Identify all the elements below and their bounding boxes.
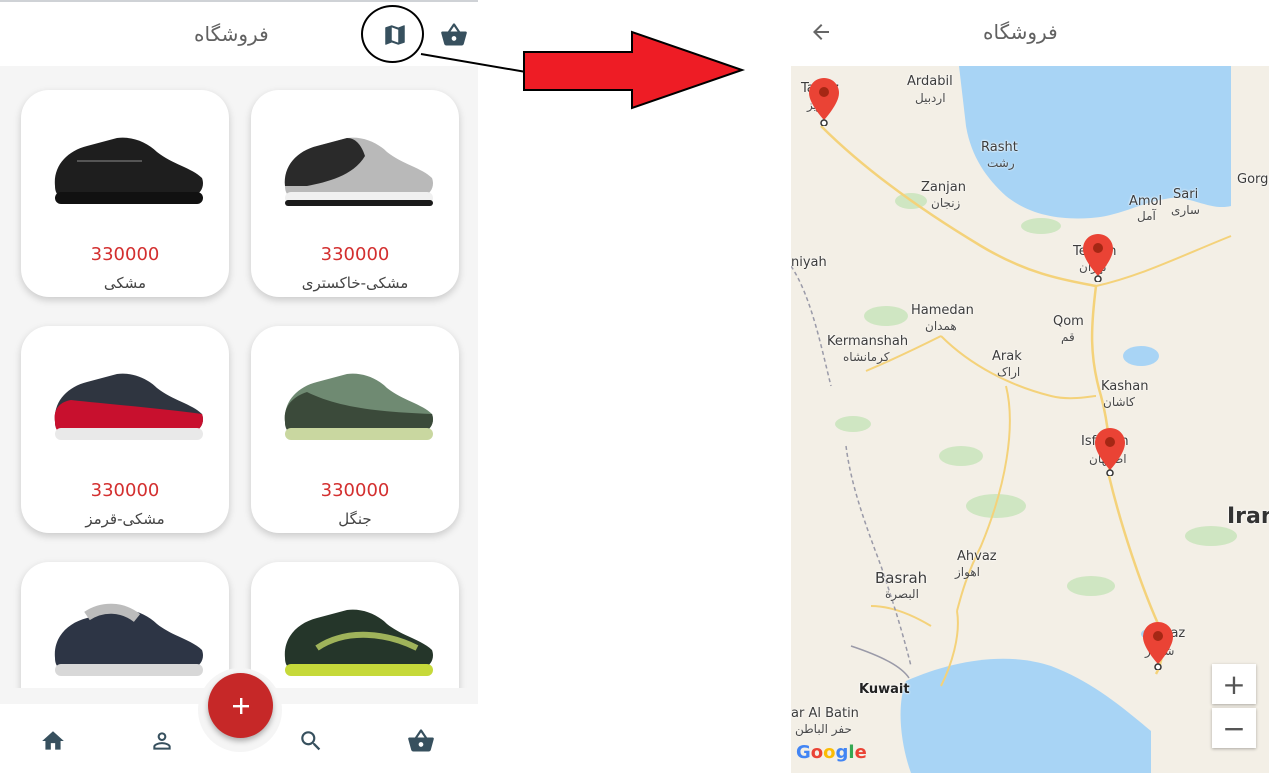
city-label-fa: اردبیل [915, 91, 946, 105]
map-view[interactable]: Ardabil اردبیل Rasht رشت Zanjan زنجان Am… [791, 66, 1269, 773]
city-label: Gorga [1237, 172, 1269, 187]
city-label: Qom [1053, 314, 1084, 329]
city-label: Ardabil [907, 74, 953, 89]
city-label: Arak [992, 349, 1022, 364]
map-graphics [791, 66, 1237, 773]
city-label: niyah [791, 255, 827, 270]
google-logo: Google [796, 742, 867, 763]
city-label-fa: رشت [987, 156, 1015, 170]
map-marker-icon[interactable] [1143, 622, 1173, 670]
city-label-fa: کرمانشاه [843, 350, 890, 364]
city-label: Zanjan [921, 180, 966, 195]
city-label: Kuwait [859, 682, 910, 697]
arrow-back-icon [813, 24, 829, 40]
map-marker-icon[interactable] [1083, 234, 1113, 282]
city-label: Rasht [981, 140, 1018, 155]
city-label-fa: اهواز [955, 565, 980, 579]
city-label-fa: قم [1061, 330, 1075, 344]
city-label: Sari [1173, 187, 1199, 202]
page-title: فروشگاه [983, 20, 1058, 44]
city-label: Basrah [875, 569, 928, 587]
map-screen: فروشگاه Ardabil اردبیل Rasht رشت Zanjan … [791, 0, 1280, 773]
map-marker-icon[interactable] [1095, 428, 1125, 476]
zoom-out-button[interactable]: − [1212, 708, 1256, 748]
city-label: ar Al Batin [791, 706, 859, 721]
city-label-fa: البصرة [885, 587, 919, 601]
city-label: Hamedan [911, 303, 974, 318]
city-label-fa: حفر الباطن [795, 722, 852, 736]
city-label-fa: آمل [1137, 209, 1156, 223]
city-label: Kashan [1101, 379, 1149, 394]
map-marker-icon[interactable] [809, 78, 839, 126]
city-label-fa: همدان [925, 319, 957, 333]
city-label-fa: ساری [1171, 203, 1200, 217]
city-label-fa: اراک [997, 365, 1021, 379]
city-label: Amol [1129, 194, 1163, 209]
zoom-in-button[interactable]: + [1212, 664, 1256, 704]
city-label-fa: زنجان [931, 196, 961, 210]
city-label: Kermanshah [827, 334, 909, 349]
back-button[interactable] [807, 18, 835, 46]
city-label: Ahvaz [957, 549, 997, 564]
country-label: Iran [1227, 504, 1269, 529]
city-label-fa: کاشان [1103, 395, 1135, 409]
